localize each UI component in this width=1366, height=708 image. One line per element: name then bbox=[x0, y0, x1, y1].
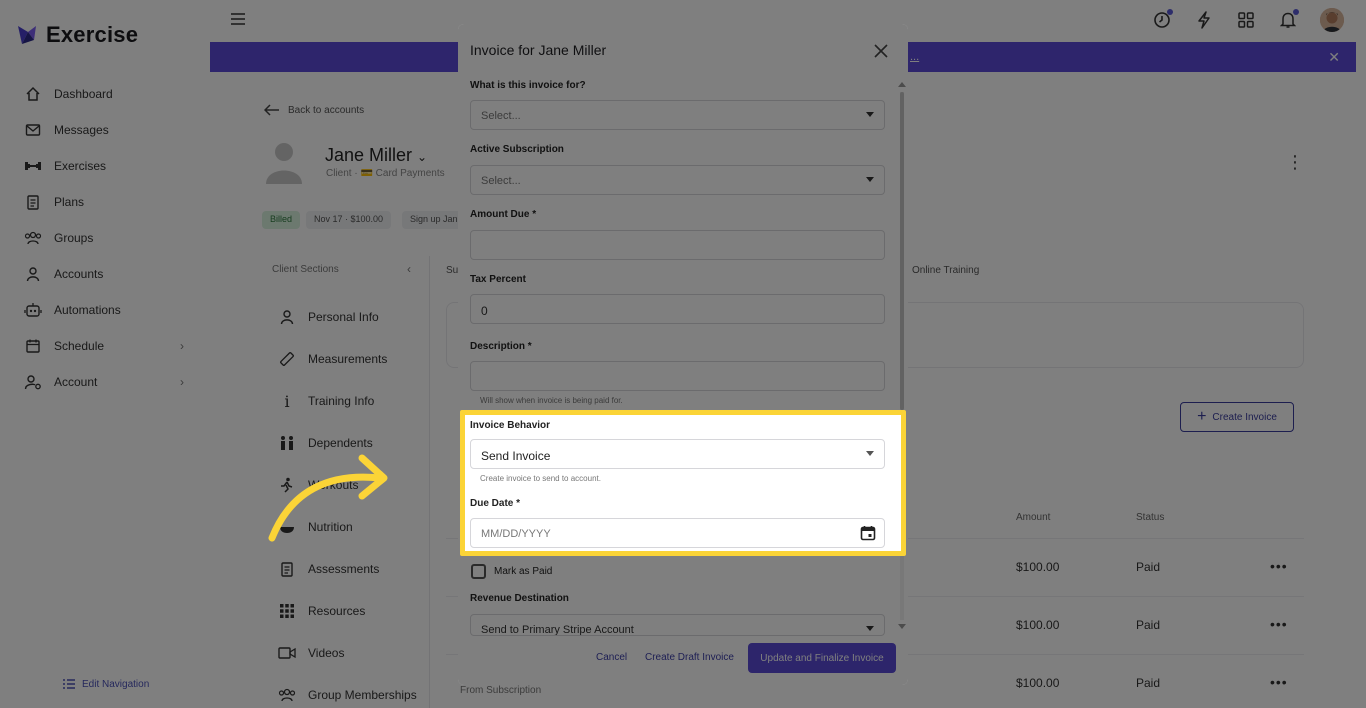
revenue-value: Send to Primary Stripe Account bbox=[481, 624, 634, 636]
highlight-box: Invoice Behavior Send Invoice Create inv… bbox=[460, 410, 906, 556]
amount-input[interactable] bbox=[470, 230, 885, 260]
create-draft-invoice-button[interactable]: Create Draft Invoice bbox=[645, 652, 734, 663]
finalize-label: Update and Finalize Invoice bbox=[760, 652, 884, 664]
revenue-select[interactable]: Send to Primary Stripe Account bbox=[470, 614, 885, 636]
update-finalize-invoice-button[interactable]: Update and Finalize Invoice bbox=[748, 643, 896, 673]
subscription-label: Active Subscription bbox=[470, 144, 564, 155]
cancel-button[interactable]: Cancel bbox=[596, 652, 627, 663]
scroll-down-icon[interactable] bbox=[898, 624, 906, 629]
description-helper: Will show when invoice is being paid for… bbox=[480, 396, 623, 405]
scroll-up-icon[interactable] bbox=[898, 82, 906, 87]
subscription-placeholder: Select... bbox=[481, 175, 521, 187]
amount-label: Amount Due * bbox=[470, 209, 537, 220]
invoice-modal: Invoice for Jane Miller What is this inv… bbox=[458, 24, 908, 685]
caret-down-icon bbox=[866, 451, 874, 456]
caret-down-icon bbox=[866, 112, 874, 117]
mark-paid-checkbox[interactable] bbox=[471, 564, 486, 579]
mark-paid-label: Mark as Paid bbox=[494, 566, 553, 577]
due-date-input[interactable]: MM/DD/YYYY bbox=[470, 518, 885, 548]
subscription-select[interactable]: Select... bbox=[470, 165, 885, 195]
invoice-behavior-label: Invoice Behavior bbox=[470, 420, 551, 431]
description-input[interactable] bbox=[470, 361, 885, 391]
modal-title: Invoice for Jane Miller bbox=[470, 42, 607, 58]
caret-down-icon bbox=[866, 177, 874, 182]
caret-down-icon bbox=[866, 626, 874, 631]
close-icon[interactable] bbox=[872, 42, 890, 60]
purpose-label: What is this invoice for? bbox=[470, 80, 586, 91]
due-date-label: Due Date * bbox=[470, 498, 521, 509]
calendar-icon[interactable] bbox=[860, 525, 876, 541]
due-date-placeholder: MM/DD/YYYY bbox=[481, 528, 551, 540]
purpose-select[interactable]: Select... bbox=[470, 100, 885, 130]
tax-input[interactable]: 0 bbox=[470, 294, 885, 324]
scroll-thumb[interactable] bbox=[900, 92, 904, 410]
revenue-label: Revenue Destination bbox=[470, 593, 569, 604]
annotation-arrow-icon bbox=[268, 454, 388, 542]
invoice-behavior-select[interactable]: Send Invoice bbox=[470, 439, 885, 469]
tax-label: Tax Percent bbox=[470, 274, 526, 285]
invoice-behavior-helper: Create invoice to send to account. bbox=[480, 474, 601, 483]
invoice-behavior-value: Send Invoice bbox=[481, 449, 551, 463]
description-label: Description * bbox=[470, 341, 532, 352]
purpose-placeholder: Select... bbox=[481, 110, 521, 122]
